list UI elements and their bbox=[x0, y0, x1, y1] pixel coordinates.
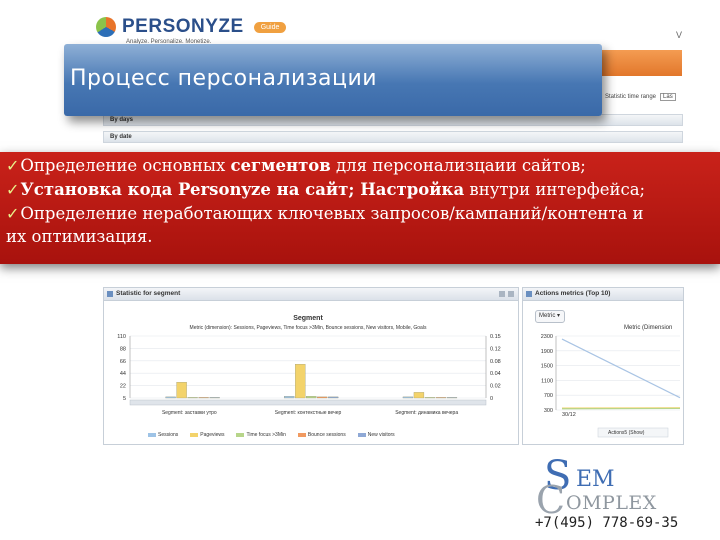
actions-panel-title: Actions metrics (Top 10) bbox=[535, 290, 611, 297]
guide-badge[interactable]: Guide bbox=[253, 21, 287, 33]
bullet-text: Определение основных bbox=[20, 156, 231, 175]
close-icon[interactable] bbox=[508, 291, 514, 297]
checkmark-icon: ✓ bbox=[6, 180, 20, 199]
bullet-text: Определение неработающих ключевых запрос… bbox=[20, 204, 644, 223]
segment-panel-title: Statistic for segment bbox=[116, 290, 181, 297]
corner-letter: V bbox=[676, 30, 683, 40]
segment-legend: Sessions Pageviews Time focus >3Min Boun… bbox=[148, 432, 395, 438]
bullet-continuation: их оптимизация. bbox=[6, 227, 153, 246]
bullet-item: ✓Определение основных сегментов для перс… bbox=[6, 154, 714, 178]
personyze-logo-icon bbox=[96, 17, 116, 37]
logo-letters-omplex: OMPLEX bbox=[566, 492, 657, 514]
stat-range-control[interactable]: Statistic time range Las bbox=[605, 90, 685, 104]
legend-item-pageviews[interactable]: Pageviews bbox=[190, 432, 224, 438]
personyze-logo[interactable]: PERSONYZE Guide Analyze. Personalize. Mo… bbox=[96, 16, 287, 45]
stat-range-select[interactable]: Las bbox=[660, 93, 676, 101]
legend-item-time-focus[interactable]: Time focus >3Min bbox=[236, 432, 286, 438]
metric-select[interactable]: Metric ▾ bbox=[535, 310, 565, 323]
logo-letters-em: EM bbox=[576, 467, 615, 492]
checkmark-icon: ✓ bbox=[6, 204, 20, 223]
bullet-bold-text: Установка кода Personyze на сайт; Настро… bbox=[20, 180, 465, 199]
legend-label: Time focus >3Min bbox=[246, 432, 286, 438]
segment-panel-header: Statistic for segment bbox=[104, 288, 518, 301]
bullet-item: ✓Установка кода Personyze на сайт; Настр… bbox=[6, 178, 714, 202]
legend-label: Bounce sessions bbox=[307, 432, 346, 438]
stat-range-label: Statistic time range bbox=[605, 94, 657, 100]
actions-panel-header: Actions metrics (Top 10) bbox=[523, 288, 683, 301]
panel-icon bbox=[526, 291, 532, 297]
actions-metric-label: Metric (Dimension bbox=[624, 325, 673, 331]
bullet-text: внутри интерфейса; bbox=[464, 180, 646, 199]
title-banner: Процесс персонализации bbox=[64, 44, 602, 116]
bullet-bold-text: сегментов bbox=[230, 156, 331, 175]
panel-icon bbox=[107, 291, 113, 297]
top-nav-bar bbox=[600, 50, 682, 76]
bullet-box: ✓Определение основных сегментов для перс… bbox=[0, 152, 720, 264]
slide-title: Процесс персонализации bbox=[70, 66, 378, 91]
legend-item-bounce[interactable]: Bounce sessions bbox=[297, 432, 346, 438]
legend-label: New visitors bbox=[367, 432, 395, 438]
row-by-date[interactable]: By date bbox=[103, 131, 683, 143]
legend-label: Pageviews bbox=[200, 432, 225, 438]
logo-text: PERSONYZE bbox=[122, 16, 244, 37]
bullet-item: ✓Определение неработающих ключевых запро… bbox=[6, 202, 714, 226]
logo-letter-c: C bbox=[536, 478, 566, 522]
legend-label: Sessions bbox=[158, 432, 179, 438]
minimize-icon[interactable] bbox=[499, 291, 505, 297]
segment-statistics-panel: Statistic for segment bbox=[103, 287, 519, 445]
semcomplex-logo: S EM C OMPLEX bbox=[536, 456, 666, 522]
legend-item-sessions[interactable]: Sessions bbox=[148, 432, 178, 438]
phone-number: +7(495) 778-69-35 bbox=[535, 515, 679, 531]
bullet-text: для персонализцаии сайтов; bbox=[330, 156, 586, 175]
panel-window-buttons[interactable] bbox=[499, 291, 514, 297]
legend-item-new-visitors[interactable]: New visitors bbox=[357, 432, 395, 438]
checkmark-icon: ✓ bbox=[6, 156, 20, 175]
